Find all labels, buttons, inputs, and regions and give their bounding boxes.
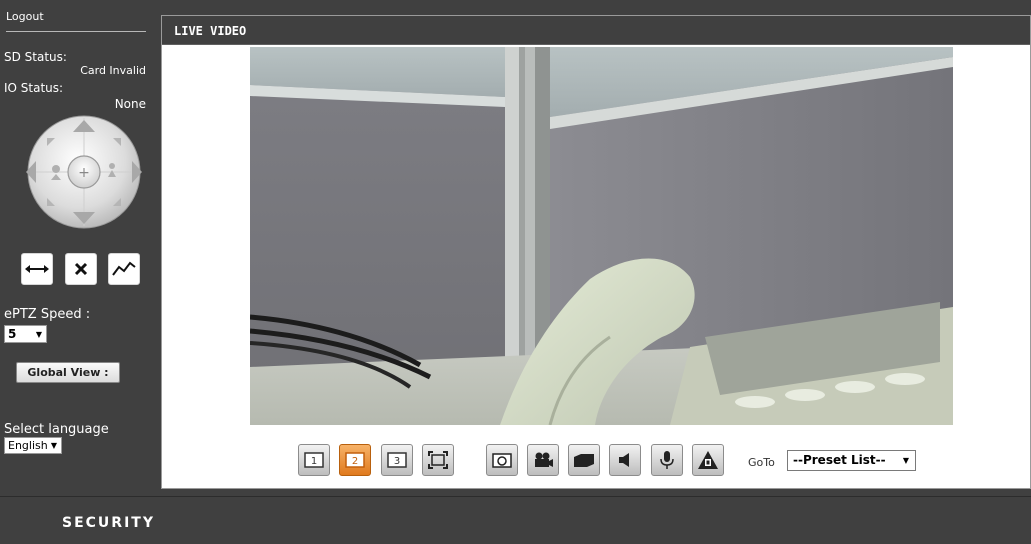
horizontal-pan-button[interactable]	[21, 253, 53, 285]
chevron-down-icon: ▼	[902, 456, 909, 465]
view-mode-1-button[interactable]: 1	[298, 444, 330, 476]
video-control-bar: 1 2 3 GoTo --Preset List-- ▼	[162, 444, 1031, 478]
monitor-icon: 2	[345, 452, 365, 468]
preset-list-select[interactable]: --Preset List-- ▼	[787, 450, 916, 471]
eptz-speed-label: ePTZ Speed :	[4, 307, 91, 322]
logout-link[interactable]: Logout	[6, 10, 44, 23]
page-title: LIVE VIDEO	[162, 16, 1030, 45]
sidebar: Logout SD Status: Card Invalid IO Status…	[0, 0, 154, 496]
monitor-icon: 3	[387, 452, 407, 468]
language-value: English	[8, 439, 48, 452]
snapshot-icon	[492, 453, 512, 468]
chevron-down-icon: ▼	[35, 330, 42, 339]
global-view-button[interactable]: Global View :	[16, 362, 120, 383]
folder-icon	[574, 454, 594, 467]
brand-logo: SECURITY	[62, 515, 155, 531]
eptz-speed-select[interactable]: 5 ▼	[4, 325, 47, 343]
stop-button[interactable]	[65, 253, 97, 285]
eptz-speed-value: 5	[8, 327, 17, 341]
svg-text:+: +	[78, 165, 90, 181]
speaker-icon	[619, 453, 629, 467]
folder-button[interactable]	[568, 444, 600, 476]
alarm-icon	[698, 451, 718, 469]
patrol-button[interactable]	[108, 253, 140, 285]
preset-list-value: --Preset List--	[793, 453, 886, 467]
stop-icon	[74, 262, 88, 276]
patrol-path-icon	[112, 261, 136, 276]
goto-label: GoTo	[748, 456, 775, 469]
io-status-label: IO Status:	[4, 81, 64, 95]
horizontal-pan-icon	[25, 265, 49, 273]
chevron-down-icon: ▼	[50, 441, 57, 450]
svg-text:2: 2	[352, 456, 358, 467]
language-label: Select language	[4, 422, 109, 437]
fullscreen-button[interactable]	[422, 444, 454, 476]
sd-status-value: Card Invalid	[80, 64, 146, 77]
alarm-button[interactable]	[692, 444, 724, 476]
speaker-button[interactable]	[609, 444, 641, 476]
footer: SECURITY	[0, 496, 1031, 544]
ptz-control-pad: +	[26, 115, 142, 229]
live-video-panel: LIVE VIDEO 1 2 3 GoTo --Preset List-- ▼	[161, 15, 1031, 489]
language-select[interactable]: English ▼	[4, 437, 62, 454]
view-mode-3-button[interactable]: 3	[381, 444, 413, 476]
fullscreen-icon	[428, 451, 448, 469]
snapshot-button[interactable]	[486, 444, 518, 476]
monitor-icon: 1	[304, 452, 324, 468]
svg-text:1: 1	[311, 456, 317, 467]
microphone-button[interactable]	[651, 444, 683, 476]
live-video-frame[interactable]	[250, 47, 953, 425]
io-status-value: None	[114, 97, 146, 111]
record-video-icon	[535, 452, 553, 467]
sd-status-label: SD Status:	[4, 50, 67, 64]
record-video-button[interactable]	[527, 444, 559, 476]
divider	[6, 31, 146, 32]
microphone-icon	[660, 451, 674, 469]
svg-text:3: 3	[394, 456, 400, 467]
view-mode-2-button[interactable]: 2	[339, 444, 371, 476]
